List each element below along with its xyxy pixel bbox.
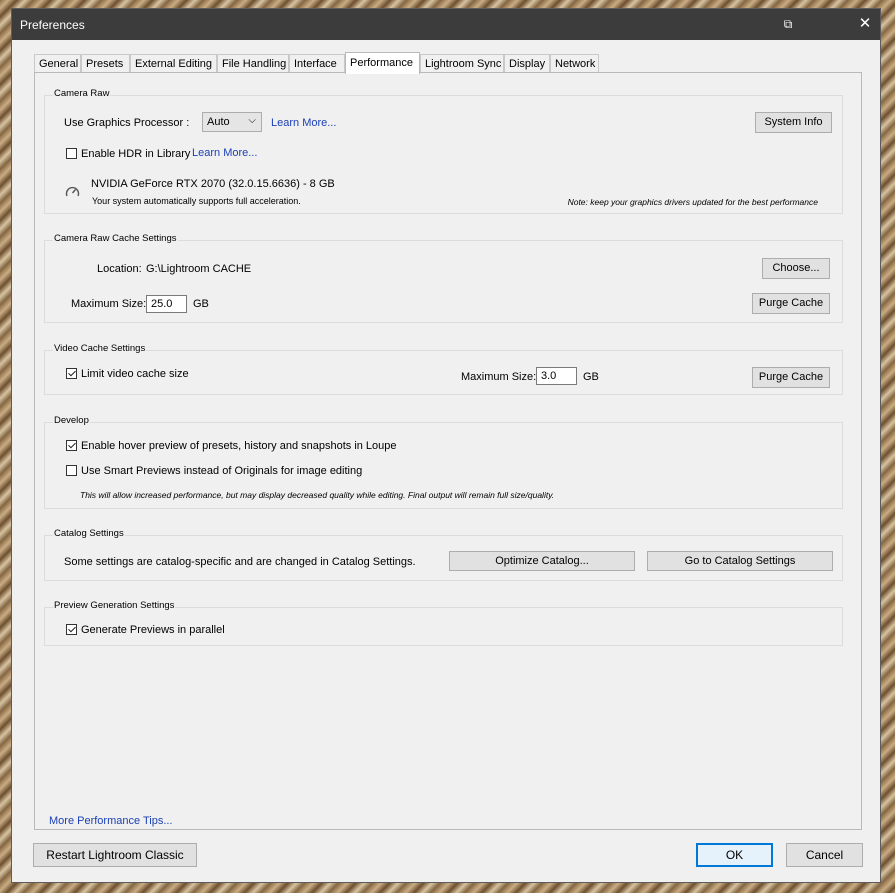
gauge-icon bbox=[65, 186, 80, 197]
title-bar: Preferences ⧉ ✕ bbox=[12, 9, 880, 40]
system-info-button[interactable]: System Info bbox=[755, 112, 832, 133]
restart-lightroom-button[interactable]: Restart Lightroom Classic bbox=[33, 843, 197, 867]
learn-more-hdr-link[interactable]: Learn More... bbox=[192, 147, 257, 159]
preview-generation-group: Preview Generation Settings Generate Pre… bbox=[44, 600, 843, 646]
optimize-catalog-button[interactable]: Optimize Catalog... bbox=[449, 551, 635, 571]
location-value: G:\Lightroom CACHE bbox=[146, 263, 252, 275]
location-label: Location: bbox=[97, 263, 142, 275]
camera-raw-group: Camera Raw Use Graphics Processor : Auto… bbox=[44, 88, 843, 214]
hover-preview-label: Enable hover preview of presets, history… bbox=[81, 440, 397, 452]
go-to-catalog-settings-button[interactable]: Go to Catalog Settings bbox=[647, 551, 833, 571]
tab-interface[interactable]: Interface bbox=[289, 54, 345, 72]
learn-more-gpu-link[interactable]: Learn More... bbox=[271, 117, 336, 129]
group-title: Camera Raw Cache Settings bbox=[53, 233, 178, 244]
max-size-label: Maximum Size: bbox=[71, 298, 147, 310]
group-title: Develop bbox=[53, 415, 90, 426]
generate-previews-label: Generate Previews in parallel bbox=[81, 624, 225, 636]
purge-cache-button[interactable]: Purge Cache bbox=[752, 293, 830, 314]
group-title: Video Cache Settings bbox=[53, 343, 147, 354]
max-size-input[interactable]: 25.0 bbox=[146, 295, 187, 313]
tab-performance[interactable]: Performance bbox=[345, 52, 420, 74]
group-title: Preview Generation Settings bbox=[53, 600, 176, 611]
gpu-note: Note: keep your graphics drivers updated… bbox=[567, 197, 818, 207]
tab-presets[interactable]: Presets bbox=[81, 54, 130, 72]
group-title: Catalog Settings bbox=[53, 528, 125, 539]
gpu-select-value: Auto bbox=[207, 116, 230, 128]
performance-panel: Camera Raw Use Graphics Processor : Auto… bbox=[34, 72, 862, 830]
ok-button[interactable]: OK bbox=[696, 843, 773, 867]
hdr-label: Enable HDR in Library bbox=[81, 148, 191, 160]
hdr-checkbox[interactable] bbox=[66, 148, 77, 159]
video-unit-label: GB bbox=[583, 371, 599, 383]
smart-previews-checkbox[interactable] bbox=[66, 465, 77, 476]
catalog-text: Some settings are catalog-specific and a… bbox=[64, 556, 416, 568]
preferences-window: Preferences ⧉ ✕ General Presets External… bbox=[11, 8, 881, 883]
chevron-down-icon: ⌵ bbox=[248, 115, 256, 126]
tab-file-handling[interactable]: File Handling bbox=[217, 54, 289, 72]
video-max-label: Maximum Size: bbox=[461, 371, 537, 383]
restore-icon[interactable]: ⧉ bbox=[777, 14, 799, 34]
group-title: Camera Raw bbox=[53, 88, 111, 99]
gpu-name: NVIDIA GeForce RTX 2070 (32.0.15.6636) -… bbox=[91, 178, 335, 190]
tab-network[interactable]: Network bbox=[550, 54, 599, 72]
cancel-button[interactable]: Cancel bbox=[786, 843, 863, 867]
gpu-status: Your system automatically supports full … bbox=[92, 196, 301, 206]
smart-previews-label: Use Smart Previews instead of Originals … bbox=[81, 465, 363, 477]
video-max-input[interactable]: 3.0 bbox=[536, 367, 577, 385]
generate-previews-checkbox[interactable] bbox=[66, 624, 77, 635]
tab-display[interactable]: Display bbox=[504, 54, 550, 72]
window-title: Preferences bbox=[20, 18, 85, 32]
limit-video-checkbox[interactable] bbox=[66, 368, 77, 379]
hover-preview-checkbox[interactable] bbox=[66, 440, 77, 451]
unit-label: GB bbox=[193, 298, 209, 310]
tab-external-editing[interactable]: External Editing bbox=[130, 54, 217, 72]
more-performance-tips-link[interactable]: More Performance Tips... bbox=[49, 815, 173, 827]
tab-lightroom-sync[interactable]: Lightroom Sync bbox=[420, 54, 504, 72]
develop-note: This will allow increased performance, b… bbox=[80, 490, 555, 500]
develop-group: Develop Enable hover preview of presets,… bbox=[44, 415, 843, 509]
catalog-settings-group: Catalog Settings Some settings are catal… bbox=[44, 528, 843, 581]
tab-general[interactable]: General bbox=[34, 54, 81, 72]
gpu-label: Use Graphics Processor : bbox=[64, 117, 190, 129]
camera-raw-cache-group: Camera Raw Cache Settings Location: G:\L… bbox=[44, 233, 843, 323]
gpu-select[interactable]: Auto ⌵ bbox=[202, 112, 262, 132]
close-icon[interactable]: ✕ bbox=[854, 14, 876, 34]
choose-button[interactable]: Choose... bbox=[762, 258, 830, 279]
video-cache-group: Video Cache Settings Limit video cache s… bbox=[44, 343, 843, 395]
video-purge-cache-button[interactable]: Purge Cache bbox=[752, 367, 830, 388]
limit-video-label: Limit video cache size bbox=[81, 368, 189, 380]
